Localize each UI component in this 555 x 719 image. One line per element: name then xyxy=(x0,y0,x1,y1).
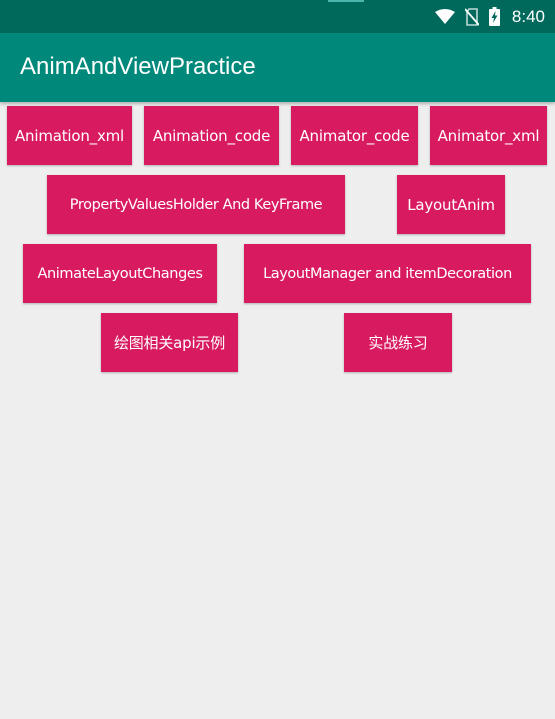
app-title: AnimAndViewPractice xyxy=(20,53,256,80)
animate-layout-changes-button[interactable]: AnimateLayoutChanges xyxy=(23,244,217,303)
practice-button[interactable]: 实战练习 xyxy=(344,313,452,372)
layout-manager-button[interactable]: LayoutManager and itemDecoration xyxy=(244,244,531,303)
property-values-holder-button[interactable]: PropertyValuesHolder And KeyFrame xyxy=(47,175,345,234)
battery-charging-icon xyxy=(488,7,500,26)
status-icons: 8:40 xyxy=(434,0,545,33)
status-indicator xyxy=(328,0,364,2)
animator-code-button[interactable]: Animator_code xyxy=(291,106,418,165)
status-time: 8:40 xyxy=(511,6,545,26)
animator-xml-button[interactable]: Animator_xml xyxy=(430,106,547,165)
layout-anim-button[interactable]: LayoutAnim xyxy=(397,175,505,234)
status-bar: 8:40 xyxy=(0,0,555,33)
drawing-api-button[interactable]: 绘图相关api示例 xyxy=(101,313,238,372)
animation-code-button[interactable]: Animation_code xyxy=(144,106,279,165)
wifi-icon xyxy=(434,8,455,25)
animation-xml-button[interactable]: Animation_xml xyxy=(7,106,132,165)
app-bar: AnimAndViewPractice xyxy=(0,33,555,102)
no-sim-icon xyxy=(464,7,479,26)
